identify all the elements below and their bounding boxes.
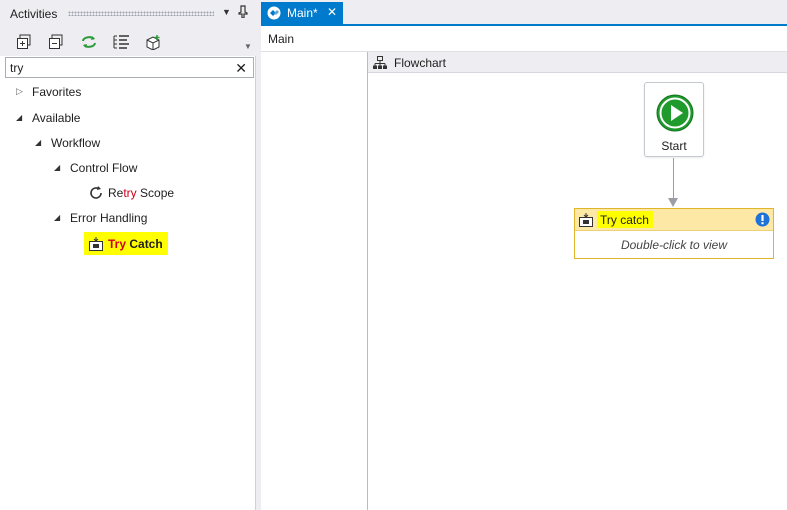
panel-drag-grip[interactable] — [68, 11, 214, 16]
start-label: Start — [661, 139, 687, 153]
validation-warning-icon[interactable] — [755, 212, 770, 230]
studio-window: Activities ▼ ▼ try ✕ ▷ Favorites ◢ Avail… — [0, 0, 787, 510]
tree-item-workflow[interactable]: ◢ Workflow — [35, 133, 100, 153]
refresh-icon[interactable] — [79, 32, 99, 52]
start-node[interactable]: Start — [644, 82, 704, 157]
panel-title: Activities — [10, 7, 58, 21]
tree-item-try-catch[interactable]: Try Catch — [84, 232, 168, 255]
panel-menu-icon[interactable]: ▼ — [222, 7, 231, 17]
flowchart-container[interactable]: Flowchart Start Try catch Double-click t… — [367, 52, 787, 510]
pin-icon[interactable] — [238, 5, 248, 21]
expanded-arrow-icon[interactable]: ◢ — [35, 138, 41, 147]
tab-main[interactable]: Main* ✕ — [261, 2, 343, 24]
try-catch-activity[interactable]: Try catch Double-click to view — [574, 208, 774, 259]
connector-arrowhead — [668, 198, 678, 207]
flowchart-title: Flowchart — [394, 56, 447, 70]
try-catch-icon — [88, 236, 104, 252]
close-icon[interactable]: ✕ — [235, 61, 247, 75]
tree-item-label: Retry Scope — [108, 186, 174, 200]
tree-item-favorites[interactable]: ▷ Favorites — [16, 82, 81, 102]
add-package-icon[interactable] — [143, 32, 163, 52]
expanded-arrow-icon[interactable]: ◢ — [54, 163, 60, 172]
tab-label[interactable]: Main* — [287, 6, 318, 20]
label-part: Re — [108, 186, 124, 200]
toolbar-overflow-icon[interactable]: ▼ — [244, 42, 252, 51]
activity-body-hint: Double-click to view — [620, 238, 728, 252]
activities-search-input[interactable]: try ✕ — [5, 57, 254, 78]
activity-title[interactable]: Try catch — [597, 211, 653, 228]
tree-item-error-handling[interactable]: ◢ Error Handling — [54, 208, 147, 228]
tree-item-available[interactable]: ◢ Available — [16, 108, 80, 128]
activity-header[interactable]: Try catch — [575, 209, 773, 231]
label-part: Scope — [136, 186, 175, 200]
tree-item-label: Workflow — [51, 136, 101, 150]
search-match: try — [123, 186, 137, 200]
search-match: Try — [108, 236, 127, 251]
label-part: Catch — [126, 236, 163, 251]
expanded-arrow-icon[interactable]: ◢ — [16, 113, 22, 122]
tree-item-label: Control Flow — [70, 161, 138, 175]
search-text[interactable]: try — [10, 61, 23, 75]
show-all-icon[interactable] — [111, 32, 131, 52]
tree-item-label: Available — [32, 111, 81, 125]
connector-line[interactable] — [673, 158, 674, 200]
breadcrumb[interactable]: Main — [268, 32, 294, 46]
tree-item-retry-scope[interactable]: Retry Scope — [88, 183, 174, 203]
activities-panel: Activities ▼ ▼ try ✕ ▷ Favorites ◢ Avail… — [0, 0, 256, 510]
flowchart-icon — [372, 56, 388, 73]
expand-all-icon[interactable] — [14, 32, 34, 52]
play-icon — [656, 94, 694, 135]
retry-icon — [88, 185, 104, 201]
try-catch-icon — [578, 212, 594, 231]
workflow-file-icon — [266, 5, 282, 21]
tree-item-label: Try Catch — [108, 237, 163, 251]
designer-area: Main* ✕ Main Flowchart Start Try catch D… — [261, 0, 787, 510]
chevron-right-icon[interactable]: ▷ — [16, 86, 23, 97]
tree-item-control-flow[interactable]: ◢ Control Flow — [54, 158, 137, 178]
close-icon[interactable]: ✕ — [327, 5, 337, 19]
designer-canvas[interactable]: Main Flowchart Start Try catch Double-cl… — [261, 26, 787, 510]
activities-toolbar: ▼ — [0, 28, 256, 56]
activities-panel-header: Activities ▼ — [0, 0, 256, 28]
flowchart-header[interactable]: Flowchart — [368, 52, 787, 73]
collapse-all-icon[interactable] — [46, 32, 66, 52]
tree-item-label: Error Handling — [70, 211, 148, 225]
tree-item-label: Favorites — [32, 85, 82, 99]
expanded-arrow-icon[interactable]: ◢ — [54, 213, 60, 222]
